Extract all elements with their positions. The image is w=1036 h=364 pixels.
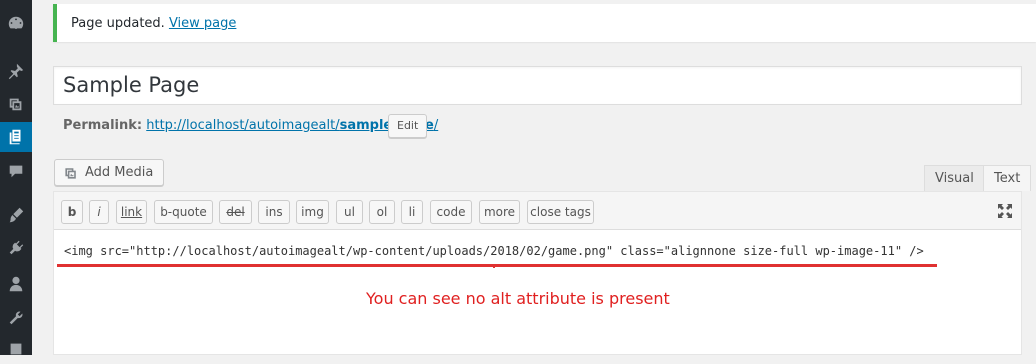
permalink-url-end: / bbox=[433, 118, 439, 133]
tab-visual[interactable]: Visual bbox=[924, 165, 985, 191]
qt-link-button[interactable]: link bbox=[116, 200, 147, 224]
qt-ins-button[interactable]: ins bbox=[258, 200, 290, 224]
tab-text[interactable]: Text bbox=[983, 165, 1032, 191]
text-editor: b i link b-quote del ins img ul ol li co… bbox=[53, 191, 1022, 355]
quicktags-toolbar: b i link b-quote del ins img ul ol li co… bbox=[54, 192, 1021, 230]
pin-icon[interactable] bbox=[0, 56, 32, 86]
fullscreen-icon[interactable] bbox=[997, 203, 1013, 219]
qt-del-button[interactable]: del bbox=[219, 200, 252, 224]
add-media-button[interactable]: Add Media bbox=[54, 159, 165, 186]
permalink-label: Permalink: bbox=[63, 118, 143, 133]
dashboard-icon[interactable] bbox=[0, 8, 32, 38]
qt-bquote-button[interactable]: b-quote bbox=[154, 200, 213, 224]
qt-italic-button[interactable]: i bbox=[89, 200, 109, 224]
qt-bold-button[interactable]: b bbox=[61, 200, 83, 224]
view-page-link[interactable]: View page bbox=[169, 16, 236, 31]
users-icon[interactable] bbox=[0, 269, 32, 299]
update-notice: Page updated. View page bbox=[53, 4, 1036, 42]
comments-icon[interactable] bbox=[0, 156, 32, 186]
annotation-underline-mark bbox=[493, 265, 495, 268]
plugins-icon[interactable] bbox=[0, 233, 32, 263]
add-media-icon bbox=[65, 167, 76, 179]
qt-li-button[interactable]: li bbox=[401, 200, 423, 224]
code-content[interactable]: <img src="http://localhost/autoimagealt/… bbox=[64, 244, 924, 258]
qt-ol-button[interactable]: ol bbox=[369, 200, 395, 224]
appearance-icon[interactable] bbox=[0, 200, 32, 230]
qt-img-button[interactable]: img bbox=[296, 200, 329, 224]
media-icon[interactable] bbox=[0, 89, 32, 119]
qt-close-tags-button[interactable]: close tags bbox=[527, 200, 594, 224]
qt-ul-button[interactable]: ul bbox=[336, 200, 363, 224]
permalink: Permalink: http://localhost/autoimagealt… bbox=[63, 118, 438, 133]
admin-sidebar bbox=[0, 0, 32, 355]
qt-more-button[interactable]: more bbox=[479, 200, 520, 224]
notice-text: Page updated. bbox=[71, 16, 165, 31]
qt-code-button[interactable]: code bbox=[430, 200, 472, 224]
permalink-url-base: http://localhost/autoimagealt/ bbox=[146, 118, 340, 133]
settings-icon[interactable] bbox=[0, 334, 32, 364]
title-input[interactable]: Sample Page bbox=[53, 66, 1022, 105]
tools-icon[interactable] bbox=[0, 303, 32, 333]
annotation-underline bbox=[57, 264, 937, 267]
annotation-note: You can see no alt attribute is present bbox=[366, 289, 670, 308]
pages-icon[interactable] bbox=[0, 122, 32, 152]
edit-permalink-button[interactable]: Edit bbox=[388, 114, 428, 138]
add-media-label: Add Media bbox=[85, 165, 154, 180]
